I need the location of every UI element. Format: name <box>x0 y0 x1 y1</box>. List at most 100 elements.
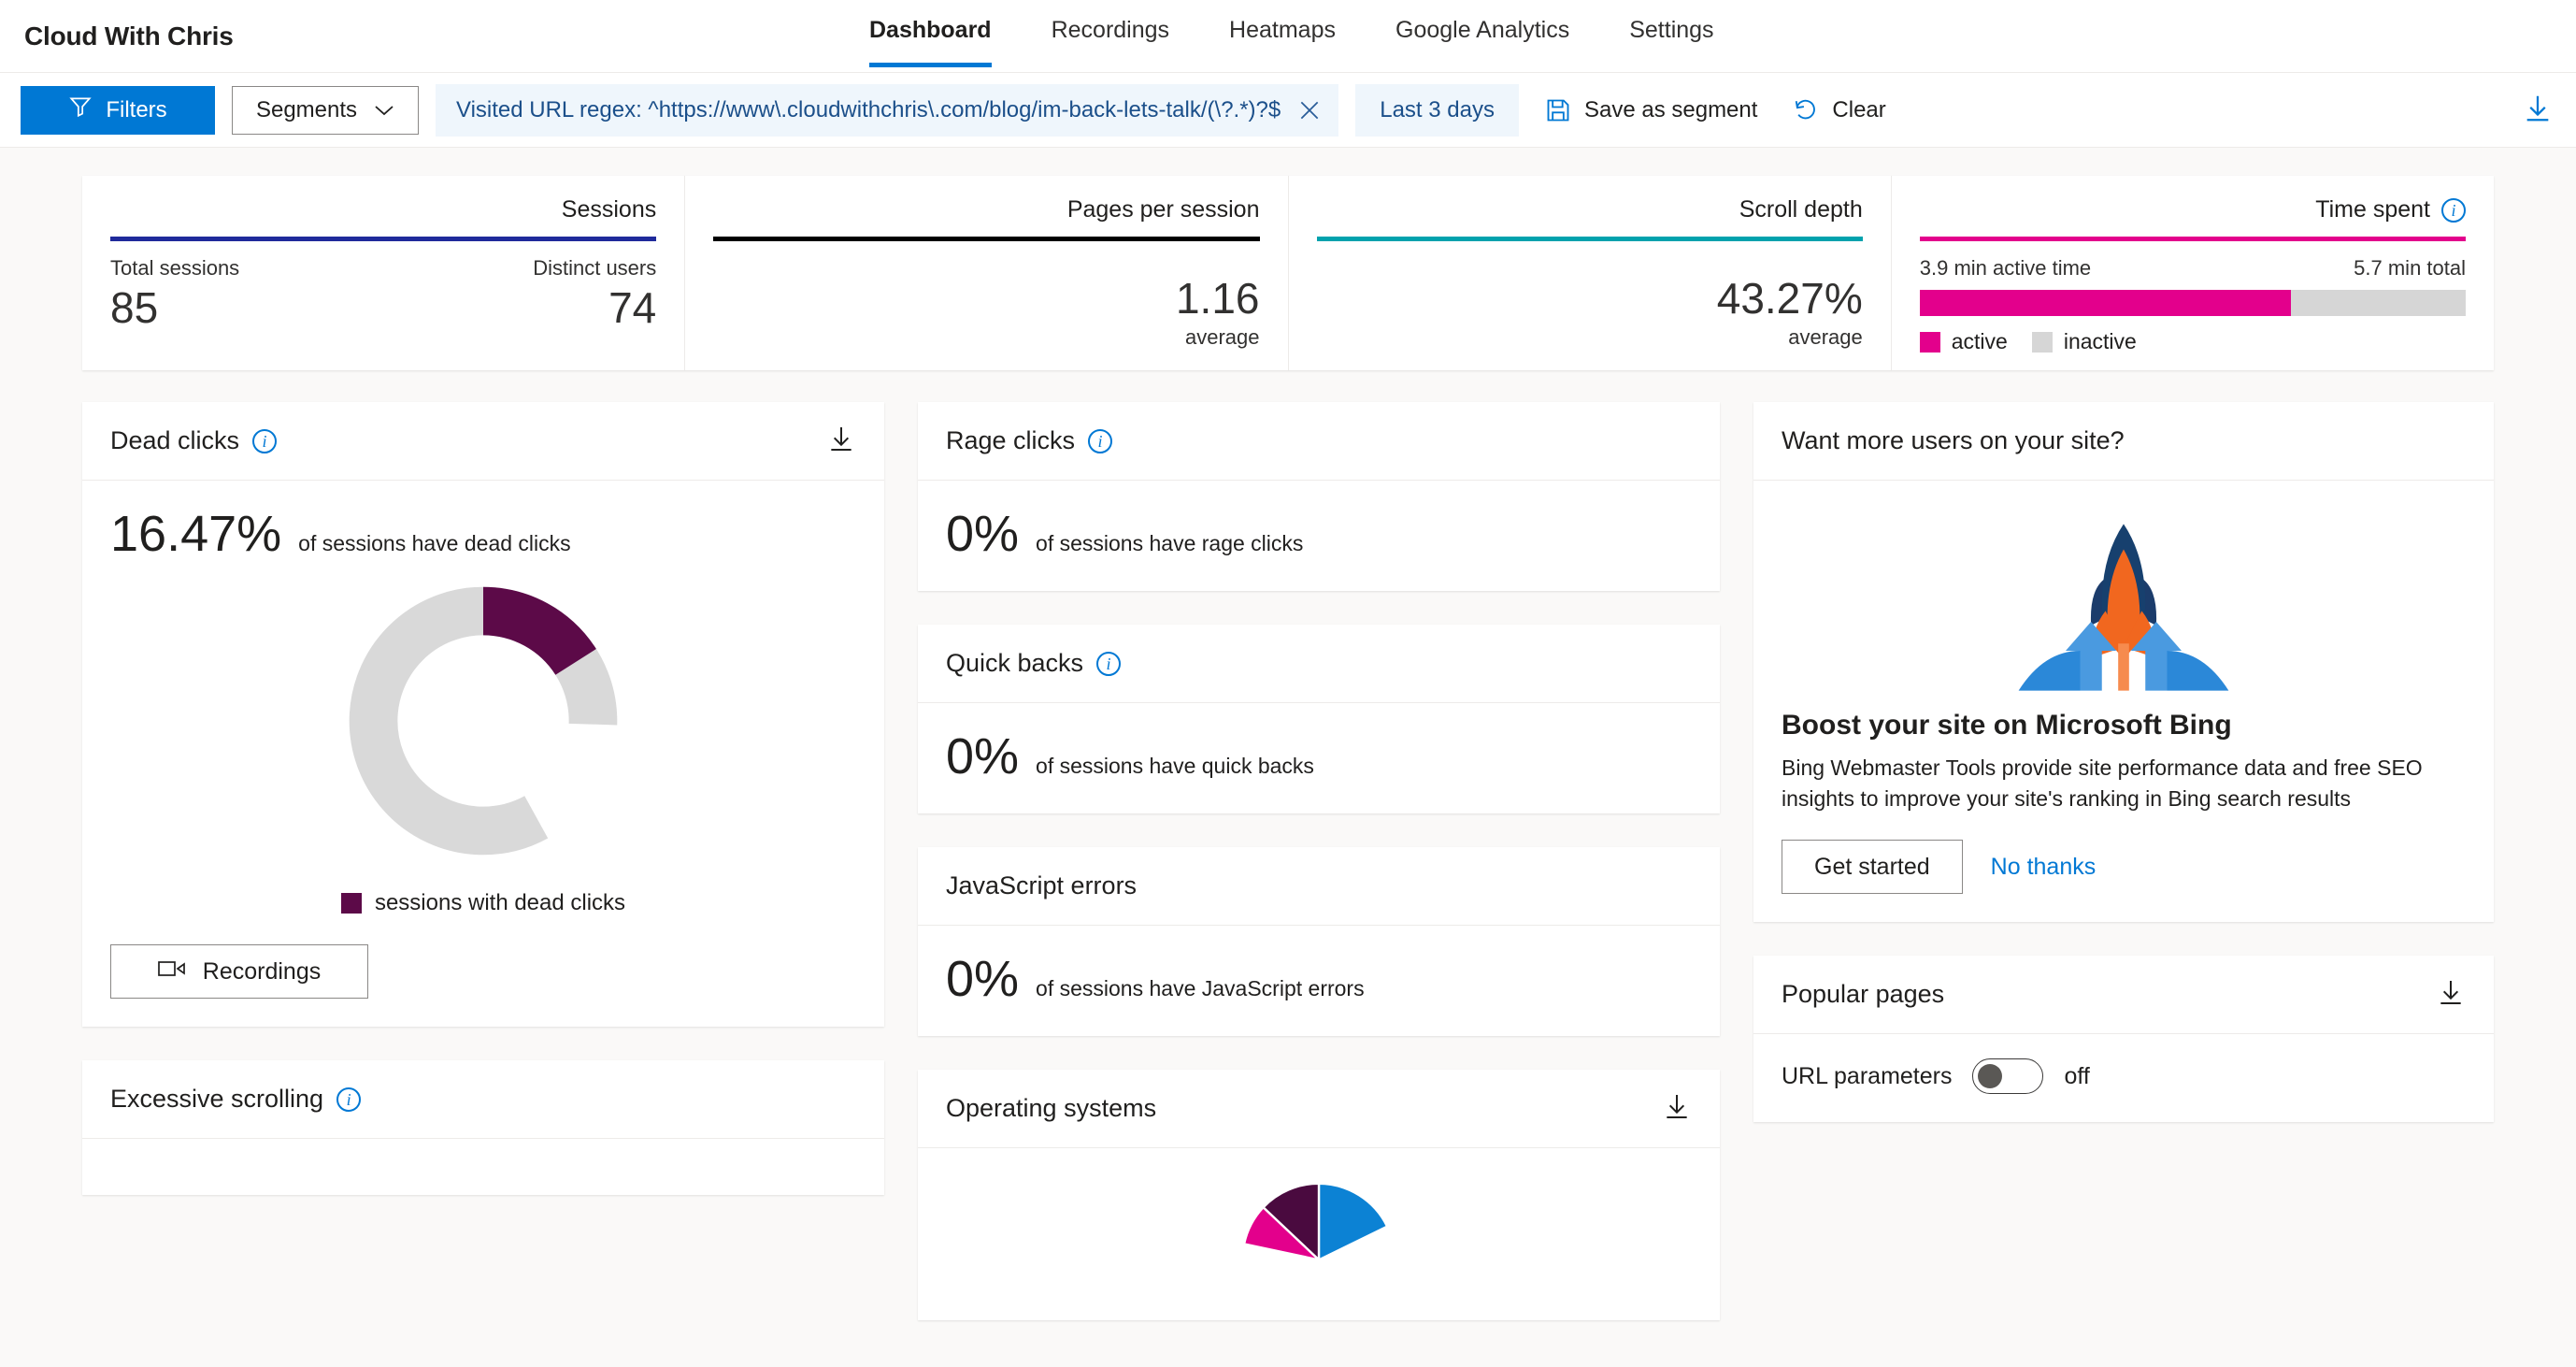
operating-systems-pie-chart <box>918 1148 1720 1320</box>
distinct-users-label: Distinct users <box>533 256 656 281</box>
app-brand-title: Cloud With Chris <box>0 22 234 51</box>
bing-promo-header: Want more users on your site? <box>1753 402 2494 481</box>
info-icon[interactable]: i <box>1096 652 1121 676</box>
url-parameters-toggle[interactable] <box>1972 1058 2043 1094</box>
quick-backs-title: Quick backs <box>946 649 1083 678</box>
url-parameters-state: off <box>2064 1063 2089 1090</box>
save-as-segment-label: Save as segment <box>1584 97 1757 123</box>
popular-pages-download-icon[interactable] <box>2436 977 2466 1012</box>
info-icon[interactable]: i <box>336 1087 361 1112</box>
operating-systems-download-icon[interactable] <box>1662 1091 1692 1126</box>
javascript-errors-header: JavaScript errors <box>918 847 1720 926</box>
info-icon[interactable]: i <box>252 429 277 453</box>
bing-promo-actions: Get started No thanks <box>1782 840 2466 894</box>
popular-pages-body: URL parameters off <box>1753 1034 2494 1122</box>
javascript-errors-body: 0% of sessions have JavaScript errors <box>918 926 1720 1036</box>
info-icon[interactable]: i <box>2441 198 2466 223</box>
kpi-time-title: Time spent <box>2315 196 2430 223</box>
javascript-errors-value: 0% <box>946 950 1019 1008</box>
kpi-sessions-title: Sessions <box>562 196 656 223</box>
kpi-scroll-sub: average <box>1317 325 1863 350</box>
rage-clicks-title: Rage clicks <box>946 426 1075 455</box>
kpi-pages-accent <box>713 237 1259 241</box>
save-disk-icon <box>1545 97 1571 123</box>
excessive-scrolling-title: Excessive scrolling <box>110 1085 323 1114</box>
total-time-label: 5.7 min total <box>2354 256 2466 281</box>
quick-backs-header: Quick backs i <box>918 625 1720 703</box>
rage-clicks-body: 0% of sessions have rage clicks <box>918 481 1720 591</box>
rocket-illustration-icon <box>1782 505 2466 700</box>
no-thanks-link[interactable]: No thanks <box>1991 854 2097 881</box>
save-as-segment-button[interactable]: Save as segment <box>1536 97 1767 123</box>
active-time-label: 3.9 min active time <box>1920 256 2091 281</box>
clear-filters-button[interactable]: Clear <box>1783 97 1895 123</box>
legend-swatch-dead-clicks <box>341 893 362 914</box>
popular-pages-card: Popular pages URL parameters off <box>1753 956 2494 1122</box>
video-camera-icon <box>158 958 186 986</box>
operating-systems-title: Operating systems <box>946 1094 1156 1123</box>
recordings-button[interactable]: Recordings <box>110 944 368 999</box>
dashboard-column-right: Want more users on your site? <box>1753 402 2494 1156</box>
dead-clicks-value: 16.47% <box>110 505 281 563</box>
chevron-down-icon <box>374 97 394 123</box>
kpi-pages-sub: average <box>713 325 1259 350</box>
legend-label-active: active <box>1952 329 2008 354</box>
distinct-users-value: 74 <box>608 282 656 333</box>
bing-promo-heading: Boost your site on Microsoft Bing <box>1782 710 2466 741</box>
popular-pages-title: Popular pages <box>1782 980 1944 1009</box>
clear-filters-label: Clear <box>1832 97 1885 123</box>
kpi-time-spent: Time spent i 3.9 min active time 5.7 min… <box>1891 176 2494 370</box>
dead-clicks-legend-label: sessions with dead clicks <box>375 890 625 916</box>
export-dashboard-icon[interactable] <box>2522 92 2554 128</box>
quick-backs-desc: of sessions have quick backs <box>1036 754 1314 779</box>
operating-systems-card: Operating systems <box>918 1070 1720 1320</box>
quick-backs-body: 0% of sessions have quick backs <box>918 703 1720 813</box>
dead-clicks-title: Dead clicks <box>110 426 239 455</box>
dashboard-column-middle: Rage clicks i 0% of sessions have rage c… <box>918 402 1720 1354</box>
tab-heatmaps[interactable]: Heatmaps <box>1199 0 1366 73</box>
bing-promo-body-text: Bing Webmaster Tools provide site perfor… <box>1782 753 2466 813</box>
time-spent-legend: active inactive <box>1920 329 2466 354</box>
segments-label: Segments <box>256 97 357 123</box>
legend-label-inactive: inactive <box>2064 329 2137 354</box>
visited-url-filter-chip[interactable]: Visited URL regex: ^https://www\.cloudwi… <box>436 84 1338 137</box>
kpi-sessions-accent <box>110 237 656 241</box>
excessive-scrolling-body <box>82 1139 884 1195</box>
tab-recordings[interactable]: Recordings <box>1022 0 1199 73</box>
dead-clicks-download-icon[interactable] <box>826 424 856 458</box>
rage-clicks-value: 0% <box>946 505 1019 563</box>
info-icon[interactable]: i <box>1088 429 1112 453</box>
total-sessions-value: 85 <box>110 282 158 333</box>
dead-clicks-header: Dead clicks i <box>82 402 884 481</box>
legend-swatch-inactive <box>2032 332 2053 353</box>
kpi-pages-per-session: Pages per session 1.16 average <box>684 176 1287 370</box>
date-range-chip[interactable]: Last 3 days <box>1355 84 1519 137</box>
recordings-button-label: Recordings <box>203 958 321 986</box>
tab-google-analytics[interactable]: Google Analytics <box>1366 0 1599 73</box>
visited-url-filter-text: Visited URL regex: ^https://www\.cloudwi… <box>456 97 1281 123</box>
tab-dashboard[interactable]: Dashboard <box>839 0 1022 73</box>
tab-settings[interactable]: Settings <box>1599 0 1743 73</box>
dead-clicks-desc: of sessions have dead clicks <box>298 531 571 556</box>
kpi-pages-value: 1.16 <box>713 273 1259 324</box>
operating-systems-header: Operating systems <box>918 1070 1720 1148</box>
main-nav: Dashboard Recordings Heatmaps Google Ana… <box>839 0 1744 73</box>
dead-clicks-legend: sessions with dead clicks <box>110 890 856 916</box>
rage-clicks-header: Rage clicks i <box>918 402 1720 481</box>
undo-arrow-icon <box>1793 97 1819 123</box>
popular-pages-header: Popular pages <box>1753 956 2494 1034</box>
filters-button[interactable]: Filters <box>21 86 215 135</box>
bing-promo-body: Boost your site on Microsoft Bing Bing W… <box>1753 481 2494 922</box>
total-sessions-label: Total sessions <box>110 256 239 281</box>
kpi-pages-title: Pages per session <box>1067 196 1260 223</box>
quick-backs-card: Quick backs i 0% of sessions have quick … <box>918 625 1720 813</box>
javascript-errors-title: JavaScript errors <box>946 871 1137 900</box>
javascript-errors-card: JavaScript errors 0% of sessions have Ja… <box>918 847 1720 1036</box>
funnel-icon <box>68 94 93 125</box>
app-header: Cloud With Chris Dashboard Recordings He… <box>0 0 2576 73</box>
dead-clicks-donut-chart <box>110 576 856 866</box>
kpi-scroll-value: 43.27% <box>1317 273 1863 324</box>
get-started-button[interactable]: Get started <box>1782 840 1963 894</box>
segments-dropdown[interactable]: Segments <box>232 86 419 135</box>
remove-filter-icon[interactable] <box>1281 84 1338 137</box>
